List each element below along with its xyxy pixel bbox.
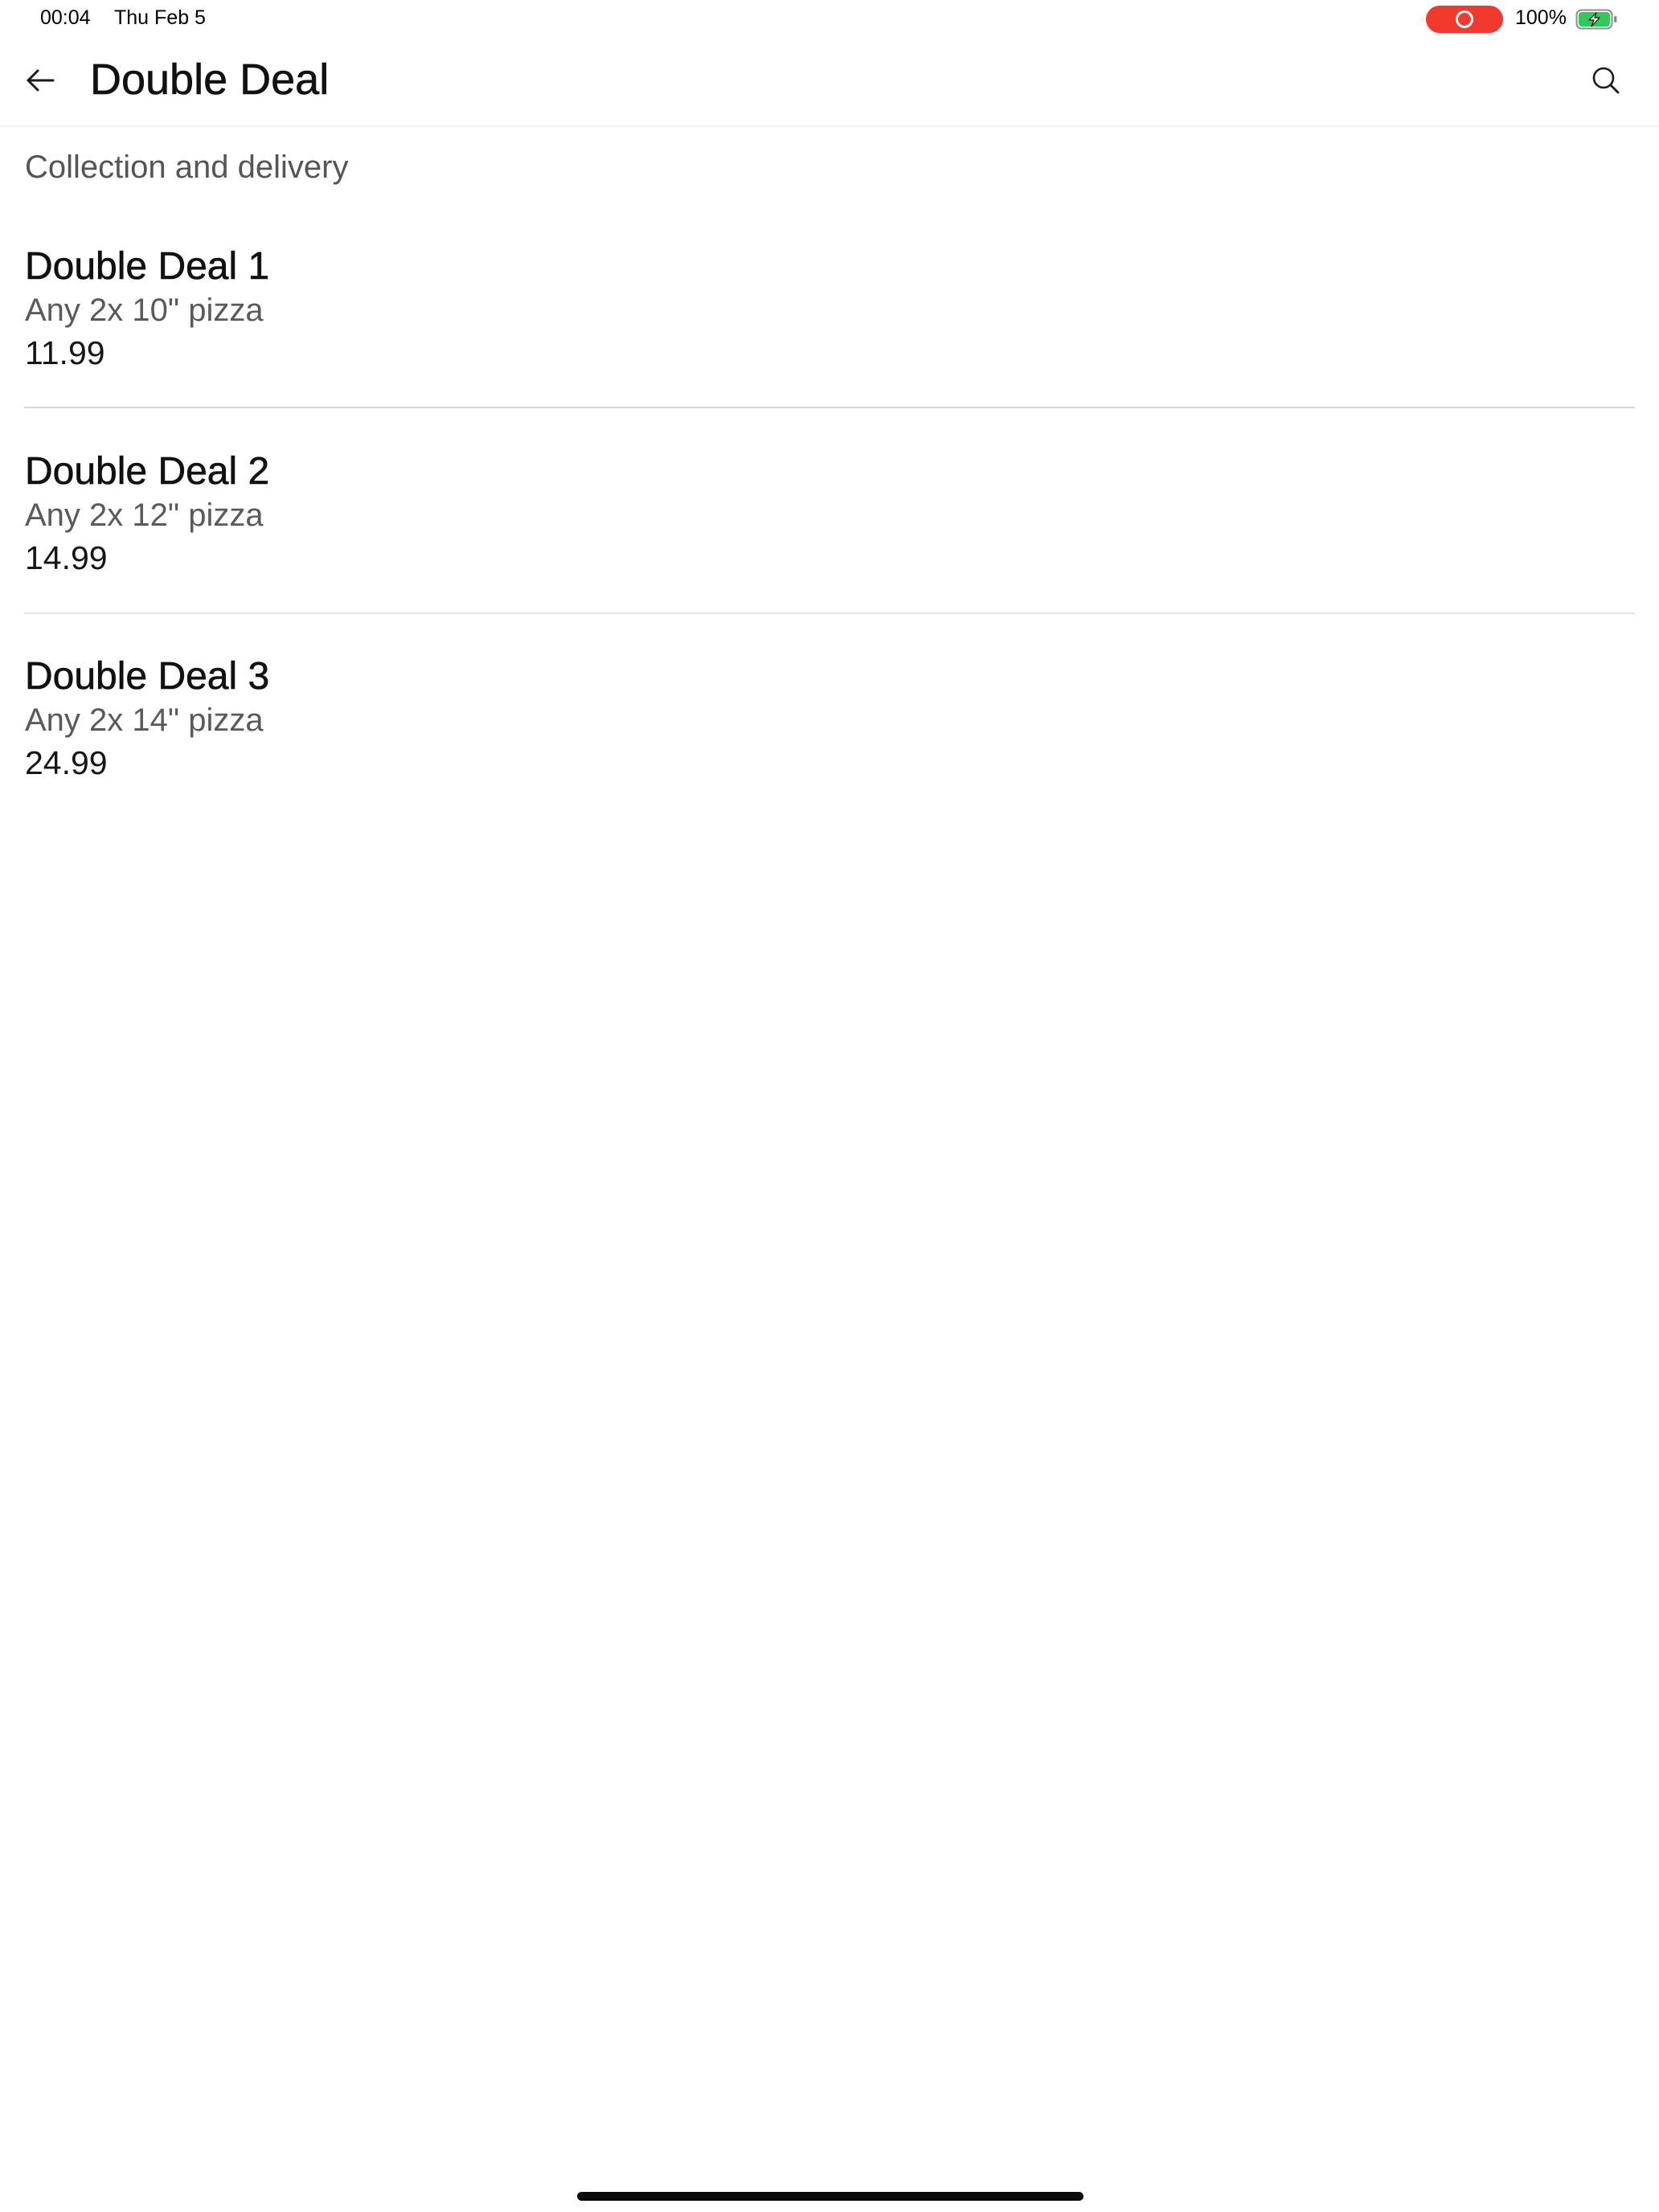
deal-price: 14.99 <box>25 539 108 576</box>
status-bar: 00:04 Thu Feb 5 100% <box>0 0 1659 39</box>
deal-name: Double Deal 2 <box>25 450 270 494</box>
deal-name: Double Deal 1 <box>25 245 270 289</box>
deal-description: Any 2x 14" pizza <box>25 703 264 738</box>
status-time: 00:04 <box>40 6 91 29</box>
list-divider <box>24 612 1635 614</box>
screen: 00:04 Thu Feb 5 100% Double Deal Collect… <box>0 0 1659 2212</box>
arrow-left-icon <box>27 69 55 92</box>
home-indicator[interactable] <box>577 2192 1083 2201</box>
battery-charging-icon <box>1575 8 1619 31</box>
record-icon <box>1456 10 1473 28</box>
status-date: Thu Feb 5 <box>114 6 206 29</box>
app-bar: Double Deal <box>0 39 1659 127</box>
screen-recording-indicator[interactable] <box>1426 6 1503 33</box>
deal-description: Any 2x 10" pizza <box>25 293 264 328</box>
battery-percentage: 100% <box>1515 6 1567 29</box>
page-title: Double Deal <box>90 55 330 104</box>
section-heading: Collection and delivery <box>25 150 349 185</box>
deal-price: 24.99 <box>25 744 108 781</box>
search-button[interactable] <box>1582 58 1630 103</box>
deal-item[interactable]: Double Deal 1 Any 2x 10" pizza 11.99 <box>24 227 1635 431</box>
deal-item[interactable]: Double Deal 3 Any 2x 14" pizza 24.99 <box>24 637 1635 841</box>
back-button[interactable] <box>14 58 66 103</box>
deal-item[interactable]: Double Deal 2 Any 2x 12" pizza 14.99 <box>24 432 1635 636</box>
list-divider <box>24 407 1635 408</box>
deal-name: Double Deal 3 <box>25 655 270 698</box>
deal-description: Any 2x 12" pizza <box>25 498 264 533</box>
deal-price: 11.99 <box>25 334 105 371</box>
search-icon <box>1592 67 1620 94</box>
